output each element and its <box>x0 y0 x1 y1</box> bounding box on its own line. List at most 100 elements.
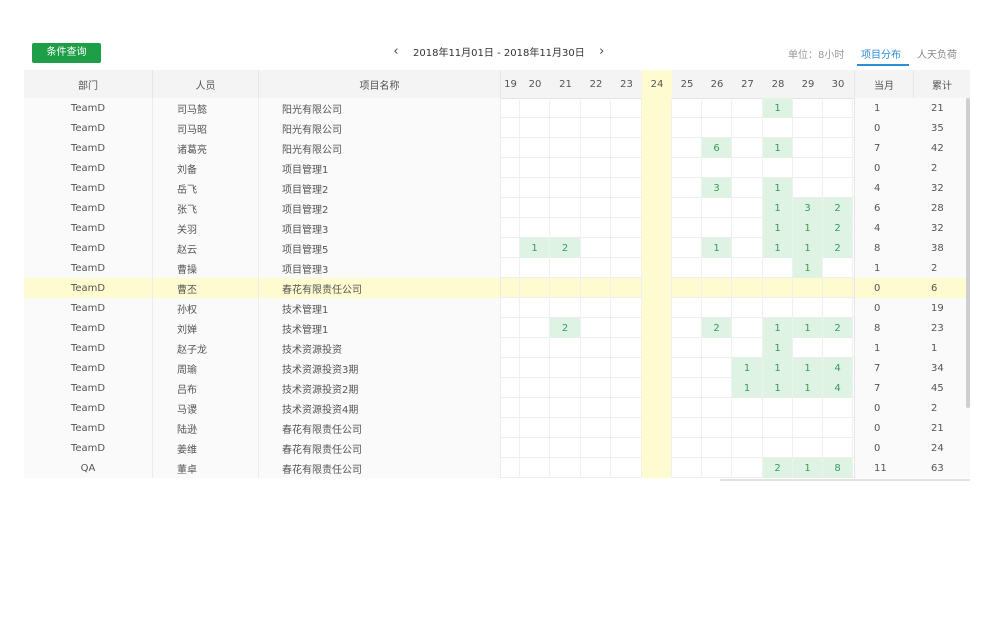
day-cell-29[interactable]: 1 <box>793 258 823 278</box>
day-cell-20[interactable] <box>520 458 550 478</box>
day-cell-19[interactable] <box>501 138 520 158</box>
day-cell-30[interactable]: 2 <box>823 218 853 238</box>
day-cell-24[interactable] <box>642 138 672 158</box>
day-cell-26[interactable] <box>702 438 732 458</box>
day-cell-28[interactable]: 1 <box>763 318 793 338</box>
day-cell-20[interactable] <box>520 438 550 458</box>
day-cell-23[interactable] <box>611 318 642 338</box>
day-cell-26[interactable] <box>702 398 732 418</box>
day-cell-25[interactable] <box>672 138 702 158</box>
day-cell-23[interactable] <box>611 298 642 318</box>
day-cell-22[interactable] <box>581 278 611 298</box>
day-cell-21[interactable] <box>550 98 581 118</box>
day-cell-19[interactable] <box>501 458 520 478</box>
day-cell-23[interactable] <box>611 98 642 118</box>
day-cell-30[interactable]: 4 <box>823 378 853 398</box>
day-cell-26[interactable] <box>702 278 732 298</box>
day-cell-23[interactable] <box>611 338 642 358</box>
table-row[interactable]: TeamD 赵云 项目管理5 1 2 1 1 1 2 8 38 <box>24 238 970 258</box>
day-cell-23[interactable] <box>611 438 642 458</box>
day-cell-25[interactable] <box>672 398 702 418</box>
day-cell-20[interactable] <box>520 98 550 118</box>
day-cell-23[interactable] <box>611 378 642 398</box>
day-cell-30[interactable] <box>823 278 853 298</box>
day-cell-19[interactable] <box>501 338 520 358</box>
day-cell-25[interactable] <box>672 218 702 238</box>
day-cell-29[interactable]: 1 <box>793 378 823 398</box>
day-cell-26[interactable] <box>702 418 732 438</box>
day-cell-20[interactable] <box>520 338 550 358</box>
day-cell-25[interactable] <box>672 318 702 338</box>
day-cell-22[interactable] <box>581 198 611 218</box>
day-cell-20[interactable] <box>520 278 550 298</box>
table-row[interactable]: TeamD 孙权 技术管理1 0 19 <box>24 298 970 318</box>
day-cell-25[interactable] <box>672 178 702 198</box>
day-cell-28[interactable]: 1 <box>763 378 793 398</box>
day-cell-29[interactable] <box>793 398 823 418</box>
day-cell-20[interactable] <box>520 118 550 138</box>
day-cell-23[interactable] <box>611 418 642 438</box>
tab-workload[interactable]: 人天负荷 <box>917 46 957 61</box>
day-cell-19[interactable] <box>501 198 520 218</box>
day-cell-22[interactable] <box>581 318 611 338</box>
day-cell-24[interactable] <box>642 418 672 438</box>
day-cell-27[interactable] <box>732 98 763 118</box>
day-cell-28[interactable] <box>763 158 793 178</box>
day-cell-25[interactable] <box>672 458 702 478</box>
day-cell-29[interactable]: 1 <box>793 318 823 338</box>
day-cell-24[interactable] <box>642 358 672 378</box>
day-cell-28[interactable]: 1 <box>763 98 793 118</box>
day-cell-25[interactable] <box>672 158 702 178</box>
day-cell-22[interactable] <box>581 158 611 178</box>
day-cell-21[interactable] <box>550 338 581 358</box>
query-button[interactable]: 条件查询 <box>32 43 101 63</box>
day-cell-19[interactable] <box>501 438 520 458</box>
day-cell-21[interactable] <box>550 258 581 278</box>
day-cell-21[interactable] <box>550 458 581 478</box>
day-cell-29[interactable]: 1 <box>793 458 823 478</box>
day-cell-20[interactable] <box>520 318 550 338</box>
day-cell-30[interactable] <box>823 398 853 418</box>
day-cell-27[interactable] <box>732 318 763 338</box>
day-cell-29[interactable] <box>793 298 823 318</box>
day-cell-29[interactable] <box>793 98 823 118</box>
day-cell-24[interactable] <box>642 438 672 458</box>
day-cell-21[interactable] <box>550 358 581 378</box>
day-cell-28[interactable]: 1 <box>763 198 793 218</box>
day-cell-21[interactable] <box>550 158 581 178</box>
table-row[interactable]: TeamD 岳飞 项目管理2 3 1 4 32 <box>24 178 970 198</box>
day-cell-22[interactable] <box>581 458 611 478</box>
day-cell-30[interactable] <box>823 258 853 278</box>
day-cell-30[interactable]: 2 <box>823 198 853 218</box>
day-cell-30[interactable] <box>823 418 853 438</box>
day-cell-24[interactable] <box>642 278 672 298</box>
table-row[interactable]: TeamD 陆逊 春花有限责任公司 0 21 <box>24 418 970 438</box>
table-row[interactable]: TeamD 曹丕 春花有限责任公司 0 6 <box>24 278 970 298</box>
day-cell-19[interactable] <box>501 378 520 398</box>
day-cell-28[interactable] <box>763 258 793 278</box>
day-cell-29[interactable] <box>793 118 823 138</box>
day-cell-24[interactable] <box>642 118 672 138</box>
day-cell-30[interactable] <box>823 118 853 138</box>
day-cell-30[interactable]: 2 <box>823 318 853 338</box>
day-cell-30[interactable] <box>823 178 853 198</box>
day-cell-27[interactable] <box>732 218 763 238</box>
day-cell-30[interactable]: 4 <box>823 358 853 378</box>
day-cell-19[interactable] <box>501 218 520 238</box>
day-cell-28[interactable] <box>763 398 793 418</box>
table-row[interactable]: TeamD 司马昭 阳光有限公司 0 35 <box>24 118 970 138</box>
table-row[interactable]: TeamD 赵子龙 技术资源投资 1 1 1 <box>24 338 970 358</box>
table-row[interactable]: TeamD 张飞 项目管理2 1 3 2 6 28 <box>24 198 970 218</box>
day-cell-23[interactable] <box>611 158 642 178</box>
day-cell-19[interactable] <box>501 118 520 138</box>
day-cell-25[interactable] <box>672 358 702 378</box>
next-month-icon[interactable]: › <box>591 44 613 59</box>
day-cell-22[interactable] <box>581 118 611 138</box>
day-cell-22[interactable] <box>581 138 611 158</box>
day-cell-27[interactable] <box>732 418 763 438</box>
day-cell-26[interactable] <box>702 218 732 238</box>
day-cell-21[interactable]: 2 <box>550 238 581 258</box>
day-cell-20[interactable] <box>520 298 550 318</box>
day-cell-23[interactable] <box>611 198 642 218</box>
day-cell-25[interactable] <box>672 338 702 358</box>
